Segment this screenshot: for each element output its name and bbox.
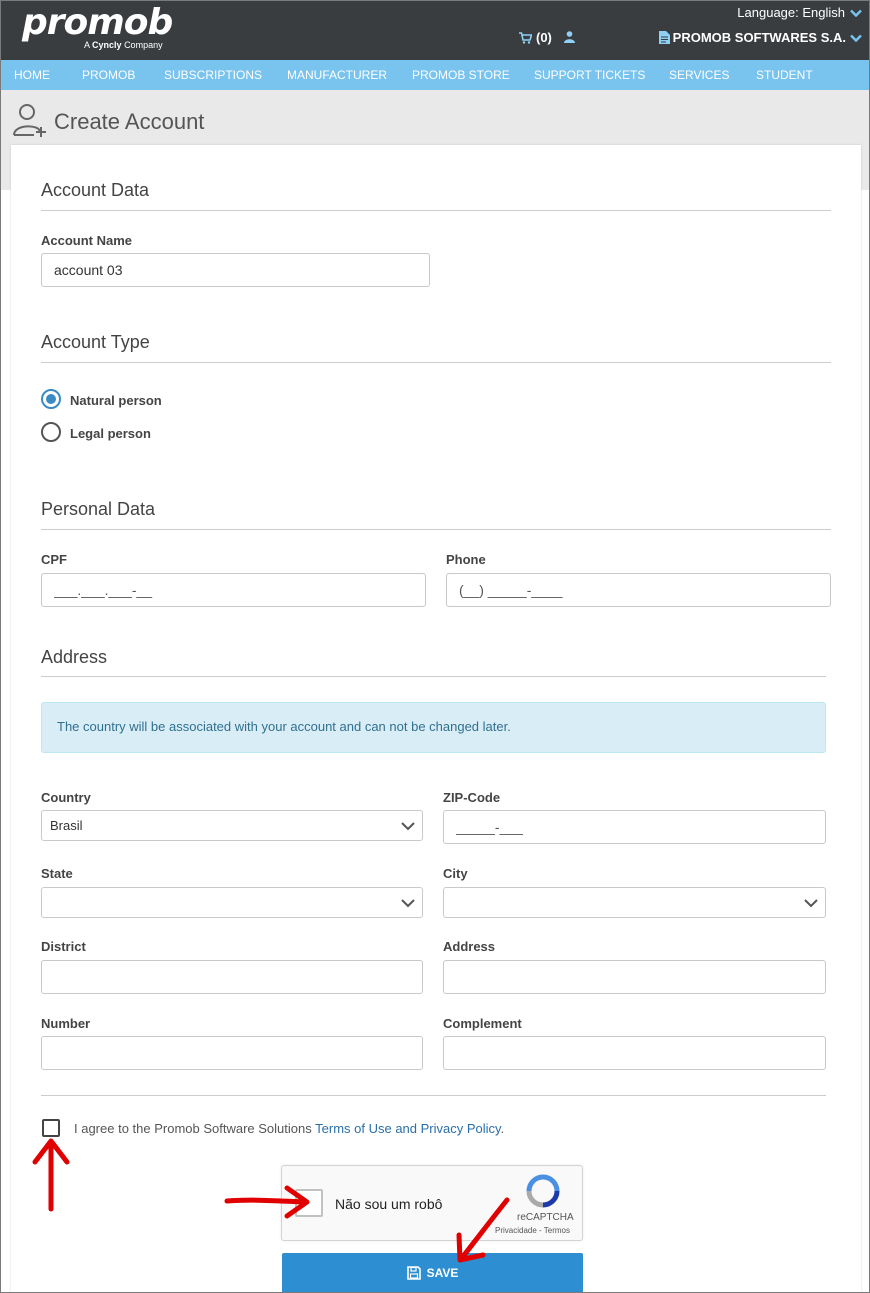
country-select[interactable]: Brasil (41, 810, 423, 841)
cpf-input[interactable] (41, 573, 426, 607)
promob-logo[interactable]: promob A Cyncly Company (22, 2, 173, 51)
floppy-disk-icon (406, 1266, 421, 1280)
account-name-label: Account Name (41, 233, 133, 248)
district-label: District (41, 939, 86, 954)
address-label: Address (443, 939, 496, 954)
recaptcha-label: Não sou um robô (335, 1196, 443, 1212)
save-button[interactable]: SAVE (282, 1253, 583, 1292)
company-selector[interactable]: PROMOB SOFTWARES S.A. (658, 30, 863, 45)
user-icon[interactable] (564, 31, 575, 43)
nav-item-manufacturer[interactable]: MANUFACTURER (287, 68, 387, 82)
nav-item-student[interactable]: STUDENT (756, 68, 813, 82)
recaptcha-brand: reCAPTCHA (517, 1212, 574, 1223)
top-header: promob A Cyncly Company Language: Englis… (1, 1, 869, 60)
nav-item-services[interactable]: SERVICES (669, 68, 729, 82)
state-select[interactable] (41, 887, 423, 918)
zip-label: ZIP-Code (443, 790, 501, 805)
number-label: Number (41, 1016, 91, 1031)
chevron-down-icon (804, 899, 818, 908)
cart-link[interactable]: (0) (519, 30, 552, 45)
nav-item-subscriptions[interactable]: SUBSCRIPTIONS (164, 68, 262, 82)
complement-label: Complement (443, 1016, 522, 1031)
terms-link[interactable]: Terms of Use and Privacy Policy (315, 1121, 500, 1136)
phone-label: Phone (446, 552, 486, 567)
divider (41, 529, 831, 530)
recaptcha-links[interactable]: Privacidade - Termos (495, 1226, 570, 1235)
radio-legal-person[interactable] (41, 422, 61, 442)
address-input[interactable] (443, 960, 826, 994)
country-label: Country (41, 790, 91, 805)
cpf-label: CPF (41, 552, 67, 567)
section-title-account-data: Account Data (41, 180, 150, 200)
complement-input[interactable] (443, 1036, 826, 1070)
zip-input[interactable] (443, 810, 826, 844)
phone-input[interactable] (446, 573, 831, 607)
chevron-down-icon (401, 822, 415, 831)
company-name: PROMOB SOFTWARES S.A. (672, 30, 846, 45)
page-title: Create Account (54, 109, 205, 134)
number-input[interactable] (41, 1036, 423, 1070)
section-title-address: Address (41, 647, 108, 667)
divider (41, 210, 831, 211)
save-button-label: SAVE (426, 1266, 459, 1280)
nav-item-promob[interactable]: PROMOB (82, 68, 135, 82)
chevron-down-icon (401, 899, 415, 908)
logo-subtitle: A Cyncly Company (84, 40, 163, 50)
browser-frame: promob A Cyncly Company Language: Englis… (0, 0, 870, 1293)
recaptcha-checkbox[interactable] (295, 1189, 323, 1217)
divider (41, 676, 826, 677)
account-name-input[interactable] (41, 253, 430, 287)
nav-item-promob-store[interactable]: PROMOB STORE (412, 68, 510, 82)
cart-count: (0) (536, 30, 552, 45)
city-label: City (443, 866, 468, 881)
language-selector[interactable]: Language: English (737, 5, 863, 20)
section-title-account-type: Account Type (41, 332, 150, 352)
country-info-alert: The country will be associated with your… (41, 702, 826, 753)
divider (41, 1095, 826, 1096)
cart-icon (519, 31, 532, 44)
chevron-down-icon (850, 34, 862, 42)
recaptcha-widget: Não sou um robô reCAPTCHA Privacidade - … (281, 1165, 583, 1241)
terms-text: I agree to the Promob Software Solutions… (74, 1121, 505, 1136)
language-label: Language: English (737, 5, 845, 20)
logo-text: promob (22, 2, 173, 43)
state-label: State (41, 866, 73, 881)
radio-label-natural-person: Natural person (70, 393, 162, 408)
nav-item-home[interactable]: HOME (14, 68, 50, 82)
radio-label-legal-person: Legal person (70, 426, 151, 441)
district-input[interactable] (41, 960, 423, 994)
divider (41, 362, 831, 363)
recaptcha-logo-icon (526, 1174, 560, 1208)
chevron-down-icon (850, 9, 862, 17)
document-icon (658, 31, 670, 44)
main-nav: HOME PROMOB SUBSCRIPTIONS MANUFACTURER P… (1, 60, 869, 90)
terms-checkbox[interactable] (42, 1119, 60, 1137)
city-select[interactable] (443, 887, 826, 918)
section-title-personal-data: Personal Data (41, 499, 156, 519)
nav-item-support-tickets[interactable]: SUPPORT TICKETS (534, 68, 645, 82)
country-value: Brasil (50, 818, 83, 833)
radio-natural-person[interactable] (41, 389, 61, 409)
add-user-icon (13, 104, 46, 137)
